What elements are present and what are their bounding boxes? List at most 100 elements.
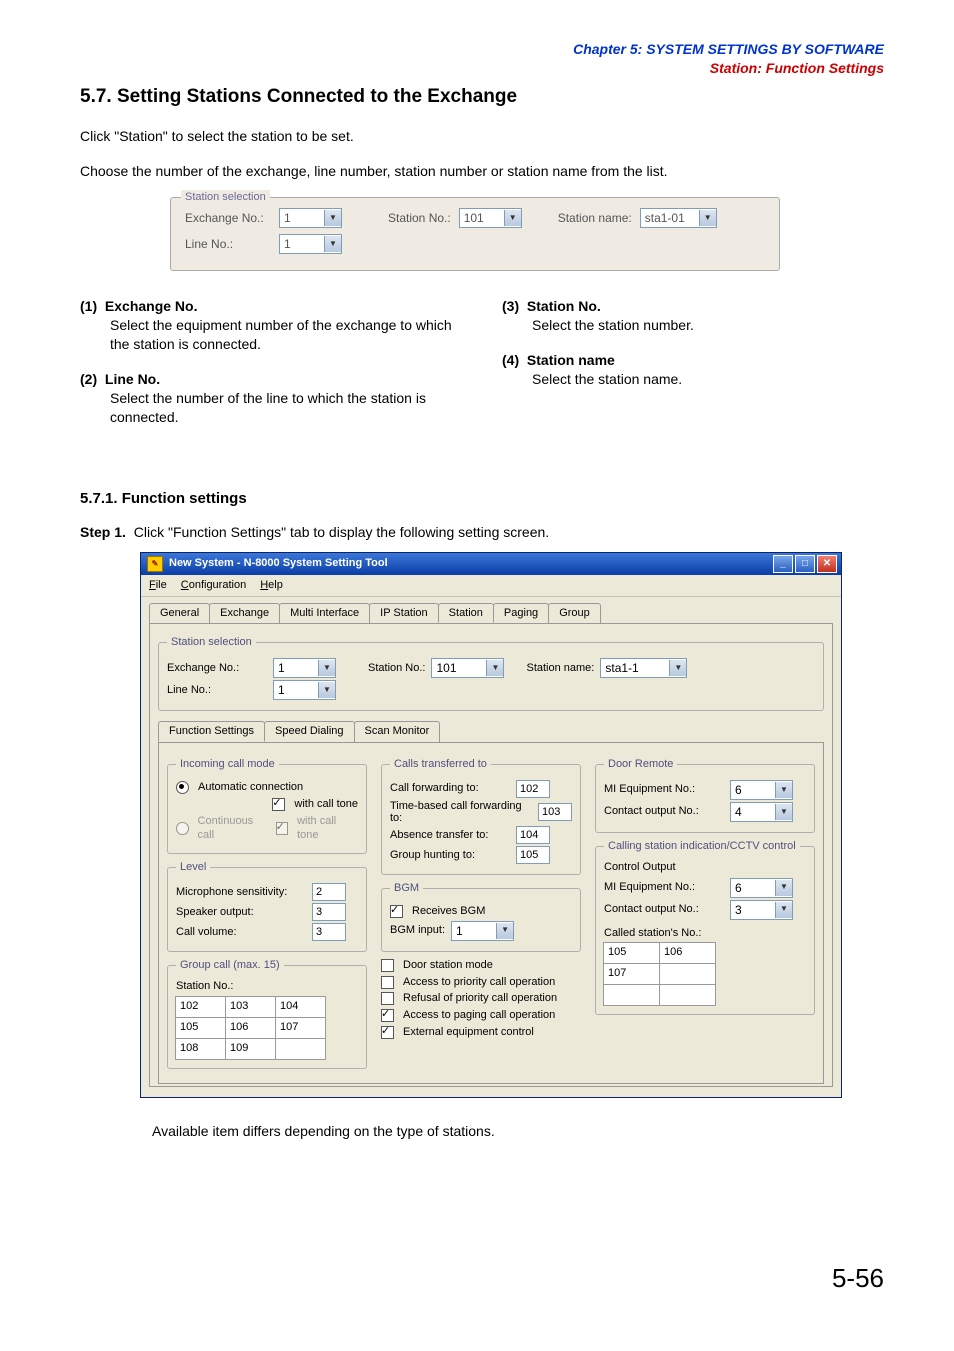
group-call-station-no-label: Station No.: [176, 979, 358, 994]
chevron-down-icon: ▼ [775, 804, 792, 820]
incoming-call-mode-group: Incoming call mode Automatic connection … [167, 757, 367, 854]
main-tabs: General Exchange Multi Interface IP Stat… [149, 603, 833, 625]
called-station-cell[interactable] [659, 963, 716, 985]
door-mi-equipment-combo[interactable]: 6▼ [730, 780, 793, 800]
subtab-scan-monitor[interactable]: Scan Monitor [354, 721, 441, 742]
menu-help[interactable]: Help [260, 578, 283, 593]
radio-automatic-connection[interactable] [176, 781, 189, 794]
step-1-text: Click "Function Settings" tab to display… [134, 524, 549, 540]
station-selection-legend: Station selection [181, 190, 270, 205]
group-call-cell[interactable]: 104 [275, 996, 326, 1018]
title-bar: ✎ New System - N-8000 System Setting Too… [141, 553, 841, 575]
mic-sensitivity-input[interactable]: 2 [312, 883, 346, 901]
group-call-cell[interactable]: 107 [275, 1017, 326, 1039]
called-station-cell[interactable]: 105 [603, 942, 660, 964]
cctv-contact-output-label: Contact output No.: [604, 902, 724, 917]
checkbox-receives-bgm[interactable] [390, 905, 403, 918]
station-no-label: Station No.: [388, 210, 451, 226]
close-button[interactable]: ✕ [817, 555, 837, 573]
checkbox-door-station-mode[interactable] [381, 959, 394, 972]
station-selection-fieldset: Station selection Exchange No.: 1 ▼ Stat… [170, 197, 780, 271]
app-window: ✎ New System - N-8000 System Setting Too… [140, 552, 842, 1098]
cctv-contact-output-combo[interactable]: 3▼ [730, 900, 793, 920]
checkbox-with-call-tone-auto[interactable] [272, 798, 285, 811]
menu-configuration[interactable]: Configuration [181, 578, 246, 593]
station-no-combo[interactable]: 101 ▼ [459, 208, 522, 228]
called-station-cell[interactable] [603, 984, 660, 1006]
bgm-input-label: BGM input: [390, 923, 445, 938]
checkbox-with-call-tone-cont [276, 822, 289, 835]
line-no-label: Line No.: [167, 683, 267, 698]
checkbox-refusal-priority-call[interactable] [381, 992, 394, 1005]
group-call-cell[interactable]: 103 [225, 996, 276, 1018]
subtab-speed-dialing[interactable]: Speed Dialing [264, 721, 355, 742]
tab-exchange[interactable]: Exchange [209, 603, 280, 624]
group-call-cell[interactable]: 109 [225, 1038, 276, 1060]
group-call-cell[interactable] [275, 1038, 326, 1060]
control-output-label: Control Output [604, 860, 806, 875]
page-number: 5-56 [80, 1261, 884, 1296]
subtab-function-settings[interactable]: Function Settings [158, 721, 265, 742]
exchange-no-combo[interactable]: 1▼ [273, 658, 336, 678]
chevron-down-icon: ▼ [318, 682, 335, 698]
time-based-input[interactable]: 103 [538, 803, 572, 821]
cctv-control-group: Calling station indication/CCTV control … [595, 839, 815, 1016]
cctv-mi-equipment-combo[interactable]: 6▼ [730, 878, 793, 898]
called-station-cell[interactable] [659, 984, 716, 1006]
checkbox-access-priority-call[interactable] [381, 976, 394, 989]
def-station-name-head: Station name [527, 352, 615, 368]
line-no-combo[interactable]: 1 ▼ [279, 234, 342, 254]
call-volume-input[interactable]: 3 [312, 923, 346, 941]
group-hunting-input[interactable]: 105 [516, 846, 550, 864]
line-no-label: Line No.: [185, 236, 271, 252]
chapter-title: Chapter 5: SYSTEM SETTINGS BY SOFTWARE [80, 40, 884, 59]
station-name-combo[interactable]: sta1-01 ▼ [640, 208, 717, 228]
bgm-input-combo[interactable]: 1▼ [451, 921, 514, 941]
group-call-cell[interactable]: 102 [175, 996, 226, 1018]
called-station-cell[interactable]: 107 [603, 963, 660, 985]
menu-bar: File Configuration Help [141, 575, 841, 597]
subsection-title: 5.7.1. Function settings [80, 489, 884, 509]
tab-group[interactable]: Group [548, 603, 601, 624]
chapter-header: Chapter 5: SYSTEM SETTINGS BY SOFTWARE S… [80, 40, 884, 78]
step-1: Step 1. Click "Function Settings" tab to… [80, 523, 884, 542]
station-no-combo[interactable]: 101▼ [431, 658, 504, 678]
radio-continuous-call[interactable] [176, 822, 189, 835]
chevron-down-icon: ▼ [324, 210, 341, 226]
group-call-cell[interactable]: 106 [225, 1017, 276, 1039]
checkbox-external-equipment-control[interactable] [381, 1026, 394, 1039]
tab-paging[interactable]: Paging [493, 603, 549, 624]
minimize-button[interactable]: _ [773, 555, 793, 573]
footnote: Available item differs depending on the … [152, 1122, 884, 1141]
maximize-button[interactable]: □ [795, 555, 815, 573]
chevron-down-icon: ▼ [318, 660, 335, 676]
time-based-label: Time-based call forwarding to: [390, 800, 532, 824]
speaker-output-input[interactable]: 3 [312, 903, 346, 921]
cctv-mi-equipment-label: MI Equipment No.: [604, 880, 724, 895]
chevron-down-icon: ▼ [496, 923, 513, 939]
door-contact-output-combo[interactable]: 4▼ [730, 802, 793, 822]
group-call-cell[interactable]: 105 [175, 1017, 226, 1039]
called-station-cell[interactable]: 106 [659, 942, 716, 964]
step-1-label: Step 1. [80, 524, 126, 540]
call-forwarding-input[interactable]: 102 [516, 780, 550, 798]
def-exchange-no-body: Select the equipment number of the excha… [110, 316, 462, 354]
line-no-combo[interactable]: 1▼ [273, 680, 336, 700]
checkbox-access-paging-call[interactable] [381, 1009, 394, 1022]
tab-general[interactable]: General [149, 603, 210, 624]
intro-paragraph-1: Click "Station" to select the station to… [80, 127, 884, 146]
app-icon: ✎ [147, 556, 163, 572]
exchange-no-combo[interactable]: 1 ▼ [279, 208, 342, 228]
chevron-down-icon: ▼ [324, 236, 341, 252]
absence-transfer-input[interactable]: 104 [516, 826, 550, 844]
station-selection-group: Station selection Exchange No.: 1▼ Stati… [158, 635, 824, 711]
tab-multi-interface[interactable]: Multi Interface [279, 603, 370, 624]
def-line-no-body: Select the number of the line to which t… [110, 389, 462, 427]
tab-ip-station[interactable]: IP Station [369, 603, 439, 624]
group-call-cell[interactable]: 108 [175, 1038, 226, 1060]
station-name-combo[interactable]: sta1-1▼ [600, 658, 687, 678]
calls-transferred-group: Calls transferred to Call forwarding to:… [381, 757, 581, 875]
chevron-down-icon: ▼ [669, 660, 686, 676]
tab-station[interactable]: Station [438, 603, 494, 624]
menu-file[interactable]: File [149, 578, 167, 593]
